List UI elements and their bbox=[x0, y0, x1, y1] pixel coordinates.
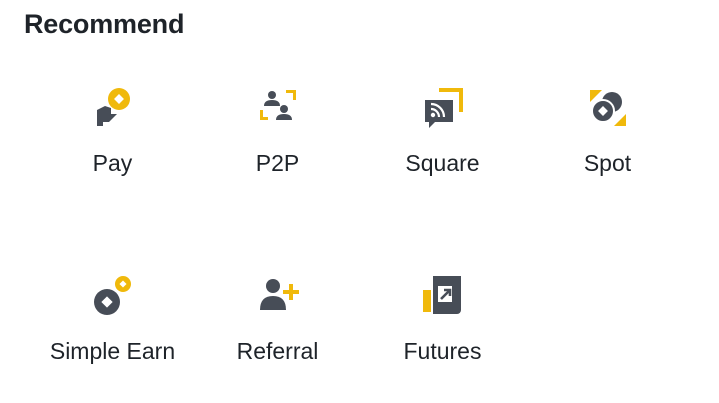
pay-icon bbox=[89, 84, 137, 132]
square-icon bbox=[419, 84, 467, 132]
tile-label: P2P bbox=[255, 150, 300, 176]
tile-label: Pay bbox=[92, 150, 133, 176]
tile-referral[interactable]: Referral bbox=[195, 272, 360, 402]
tile-square[interactable]: Square bbox=[360, 84, 525, 214]
tile-label: Futures bbox=[403, 338, 482, 364]
tile-p2p[interactable]: P2P bbox=[195, 84, 360, 214]
tile-futures[interactable]: Futures bbox=[360, 272, 525, 402]
tile-simple-earn[interactable]: Simple Earn bbox=[30, 272, 195, 402]
simple-earn-icon bbox=[89, 272, 137, 320]
tile-label: Spot bbox=[583, 150, 632, 176]
tile-spot[interactable]: Spot bbox=[525, 84, 690, 214]
tile-label: Simple Earn bbox=[49, 338, 176, 364]
tile-label: Square bbox=[405, 150, 480, 176]
spot-icon bbox=[584, 84, 632, 132]
tile-label: Referral bbox=[236, 338, 319, 364]
p2p-icon bbox=[254, 84, 302, 132]
section-title: Recommend bbox=[24, 9, 185, 39]
tile-pay[interactable]: Pay bbox=[30, 84, 195, 214]
referral-icon bbox=[254, 272, 302, 320]
futures-icon bbox=[419, 272, 467, 320]
